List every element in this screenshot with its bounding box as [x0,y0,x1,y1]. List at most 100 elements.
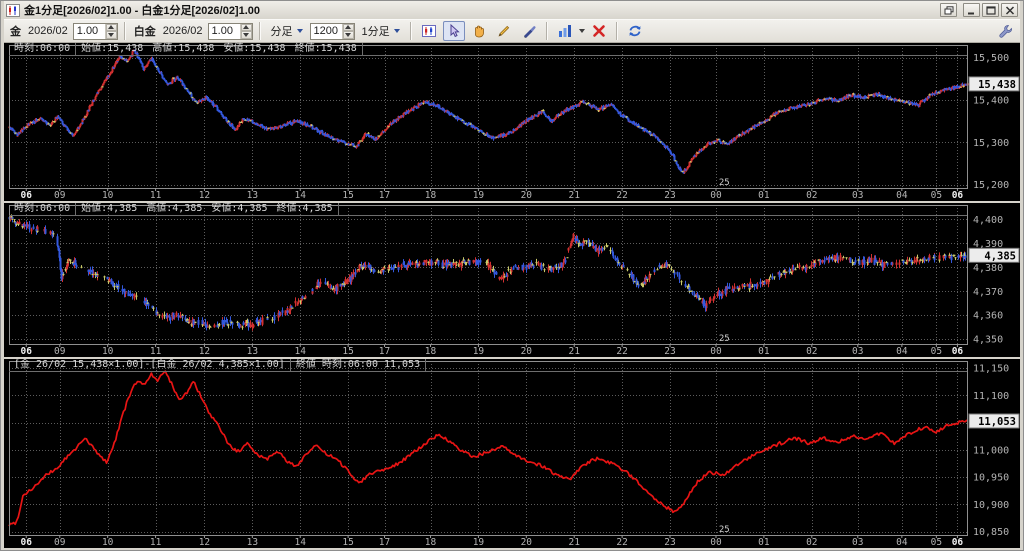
svg-text:10: 10 [102,346,114,357]
indicator-button[interactable] [554,21,576,41]
svg-text:10,850: 10,850 [973,527,1009,538]
delete-x-icon [591,23,607,39]
svg-text:18: 18 [425,190,437,201]
svg-text:15,300: 15,300 [973,138,1009,149]
platinum-contract-month: 2026/02 [161,25,205,37]
maximize-icon [986,6,996,15]
spin-down-button[interactable] [343,31,354,39]
platinum-candlestick-chart[interactable]: 2506091011121314151718192021222300010203… [4,203,1020,357]
spin-down-button[interactable] [241,31,252,39]
svg-text:14: 14 [295,190,307,201]
gold-contract-month: 2026/02 [26,25,70,37]
svg-text:14: 14 [295,346,307,357]
settings-wrench-button[interactable] [994,21,1016,41]
chart-type-button[interactable] [418,21,440,41]
select-tool-button[interactable] [443,21,465,41]
gold-candlestick-chart[interactable]: 2506091011121314151718192021222300010203… [4,43,1020,201]
toolbar-separator [410,22,412,40]
svg-text:23: 23 [664,190,675,201]
platinum-chart-pane: 2506091011121314151718192021222300010203… [4,203,1020,357]
svg-text:4,350: 4,350 [973,335,1003,346]
svg-text:11,100: 11,100 [973,391,1009,402]
close-button[interactable] [1001,3,1018,17]
svg-text:06: 06 [21,346,33,357]
svg-text:09: 09 [54,537,66,548]
toolbar-separator [124,22,126,40]
svg-text:13: 13 [247,346,258,357]
svg-text:20: 20 [521,537,533,548]
spin-up-button[interactable] [106,24,117,32]
spin-up-button[interactable] [343,24,354,32]
close-icon [1005,6,1015,15]
bar-count-value[interactable]: 1200 [311,24,342,39]
cascade-button[interactable] [940,3,957,17]
maximize-button[interactable] [982,3,999,17]
window-title: 金1分足[2026/02]1.00 - 白金1分足[2026/02]1.00 [24,2,936,18]
svg-text:09: 09 [54,190,66,201]
refresh-icon [627,23,643,39]
minimize-button[interactable] [963,3,980,17]
delete-button[interactable] [588,21,610,41]
cascade-icon [944,6,954,15]
svg-text:18: 18 [425,346,437,357]
svg-text:4,370: 4,370 [973,287,1003,298]
svg-text:11: 11 [150,346,162,357]
gold-multiplier-input[interactable]: 1.00 [73,23,118,40]
svg-text:00: 00 [710,537,722,548]
svg-text:03: 03 [852,346,863,357]
platinum-multiplier-input[interactable]: 1.00 [208,23,253,40]
gold-chart-pane: 2506091011121314151718192021222300010203… [4,43,1020,201]
svg-text:05: 05 [931,346,942,357]
svg-text:10: 10 [102,190,114,201]
refresh-button[interactable] [624,21,646,41]
svg-text:14: 14 [295,537,307,548]
minimize-icon [967,6,977,15]
svg-text:25: 25 [719,334,730,344]
gold-multiplier-value[interactable]: 1.00 [74,24,105,39]
draw-pen-button[interactable] [518,21,540,41]
hand-icon [471,23,487,39]
period-type-value: 分足 [271,23,293,39]
gold-label: 金 [8,23,23,39]
bar-count-input[interactable]: 1200 [310,23,355,40]
pan-tool-button[interactable] [468,21,490,41]
period-type-dropdown[interactable]: 分足 [267,22,307,40]
svg-text:4,360: 4,360 [973,311,1003,322]
svg-text:00: 00 [710,190,722,201]
svg-text:17: 17 [379,346,390,357]
chart-window: 金1分足[2026/02]1.00 - 白金1分足[2026/02]1.00 金… [0,0,1024,551]
spin-down-button[interactable] [106,31,117,39]
titlebar: 金1分足[2026/02]1.00 - 白金1分足[2026/02]1.00 [4,1,1020,19]
toolbar-separator [616,22,618,40]
pencil-icon [496,23,512,39]
svg-text:13: 13 [247,537,258,548]
svg-text:15,200: 15,200 [973,180,1009,191]
draw-line-button[interactable] [493,21,515,41]
svg-text:11,150: 11,150 [973,364,1009,375]
spread-line-chart[interactable]: 2506091011121314151718192021222300010203… [4,359,1020,548]
platinum-label: 白金 [132,23,158,39]
svg-text:15,438: 15,438 [978,79,1016,91]
bar-chart-icon [557,23,573,39]
chevron-down-icon[interactable] [579,29,585,33]
interval-dropdown[interactable]: 1分足 [358,22,404,40]
svg-text:12: 12 [199,537,210,548]
svg-text:22: 22 [616,537,627,548]
svg-text:01: 01 [758,537,770,548]
svg-text:12: 12 [199,190,210,201]
platinum-multiplier-value[interactable]: 1.00 [209,24,240,39]
spread-chart-pane: 2506091011121314151718192021222300010203… [4,359,1020,548]
svg-text:06: 06 [952,346,964,357]
svg-text:05: 05 [931,537,942,548]
app-icon [6,4,20,17]
svg-text:02: 02 [806,346,817,357]
spin-up-button[interactable] [241,24,252,32]
chevron-down-icon [394,29,400,33]
svg-text:15: 15 [342,190,353,201]
svg-text:09: 09 [54,346,66,357]
svg-text:4,385: 4,385 [984,250,1016,262]
svg-text:15,500: 15,500 [973,53,1009,64]
svg-text:20: 20 [521,190,533,201]
chart-type-icon [421,23,437,39]
svg-text:04: 04 [896,346,908,357]
